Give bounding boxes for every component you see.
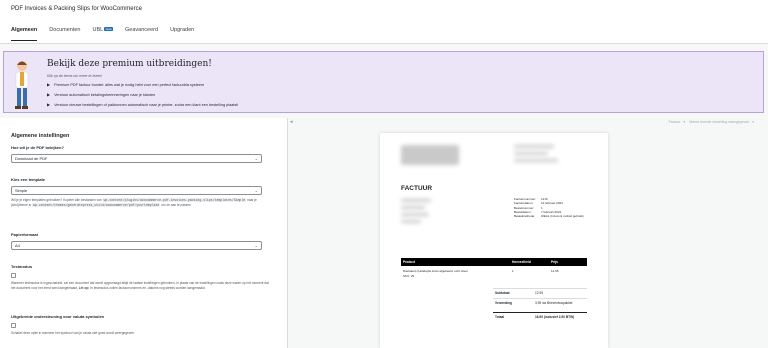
premium-item[interactable]: ▶ Premium PDF factuur bundel: alles wat j… bbox=[47, 82, 238, 87]
invoice-totals: Subtotaal 12,95 Verzending 3,95 via Brieve… bbox=[493, 288, 587, 326]
settings-tabs: Algemeen Documenten UBL beta Geavanceerd … bbox=[11, 27, 194, 41]
top-bar: PDF Invoices & Packing Slips for WooComm… bbox=[0, 0, 768, 44]
items-table-header: Product Hoeveelheid Prijs bbox=[401, 258, 587, 266]
collapse-arrow-icon[interactable]: ◂ bbox=[290, 119, 293, 125]
testmode-label: Testmodus bbox=[11, 264, 33, 269]
shop-logo bbox=[401, 145, 459, 165]
tab-documenten[interactable]: Documenten bbox=[49, 27, 80, 41]
page-title: PDF Invoices & Packing Slips for WooComm… bbox=[11, 6, 142, 12]
arrow-right-icon: ▶ bbox=[47, 102, 51, 107]
view-pdf-label: Hoe wil je de PDF bekijken? bbox=[11, 145, 64, 150]
invoice-meta: Factuurnummer: 1216 Factuurdatum: 12 febru… bbox=[514, 197, 584, 219]
currency-label: Uitgebreide ondersteuning voor valuta sy… bbox=[11, 314, 105, 319]
preview-selector[interactable]: Factuur ▾ Meest recente bestelling weerge… bbox=[666, 120, 754, 124]
chevron-down-icon: ⌄ bbox=[254, 156, 258, 161]
tab-ubl[interactable]: UBL beta bbox=[92, 27, 114, 41]
template-path: wp-content/plugins/woocommerce-pdf-invoi… bbox=[102, 198, 247, 202]
invoice-preview: FACTUUR Factuurnummer: 1216 Factuurdatum:… bbox=[380, 133, 608, 348]
shop-address bbox=[514, 159, 558, 162]
arrow-right-icon: ▶ bbox=[47, 92, 51, 97]
template-select[interactable]: Simple ⌄ bbox=[11, 186, 262, 195]
paper-select[interactable]: A4 ⌄ bbox=[11, 241, 262, 250]
view-pdf-select[interactable]: Download de PDF ⌄ bbox=[11, 154, 262, 163]
customer-address bbox=[401, 199, 431, 202]
tab-algemeen[interactable]: Algemeen bbox=[11, 27, 38, 41]
template-label: Kies een template bbox=[11, 177, 46, 182]
premium-item[interactable]: ▶ Verstuur nieuwe bestellingen of pakbonn… bbox=[47, 102, 238, 107]
settings-panel: Algemene instellingen Hoe wil je de PDF … bbox=[0, 118, 288, 348]
shop-address bbox=[514, 145, 554, 148]
currency-help: Schakel deze optie in wanneer het symboo… bbox=[11, 331, 134, 335]
paper-label: Papierformaat bbox=[11, 232, 38, 237]
shop-address bbox=[514, 152, 548, 155]
preview-panel: Factuur ▾ Meest recente bestelling weerge… bbox=[295, 118, 768, 348]
template-help: Wil je je eigen templates gebruiken? Kop… bbox=[11, 198, 257, 207]
chevron-down-icon: ▾ bbox=[683, 120, 686, 124]
testmode-checkbox[interactable] bbox=[11, 273, 16, 278]
chevron-down-icon: ▾ bbox=[752, 120, 754, 124]
customer-address bbox=[401, 213, 429, 216]
customer-address bbox=[401, 206, 425, 209]
mascot-illustration bbox=[15, 61, 29, 109]
customer-address bbox=[401, 220, 421, 223]
chevron-down-icon: ⌄ bbox=[254, 188, 258, 193]
theme-path: wp-content/themes/generatepress_child/wo… bbox=[32, 203, 161, 207]
banner-subtitle: Klik op de items om meer te lezen! bbox=[47, 74, 103, 78]
premium-list: ▶ Premium PDF factuur bundel: alles wat j… bbox=[47, 82, 238, 112]
arrow-right-icon: ▶ bbox=[47, 82, 51, 87]
testmode-help: Wanneer testmodus is ingeschakeld, zal e… bbox=[11, 281, 269, 290]
invoice-title: FACTUUR bbox=[401, 185, 433, 192]
beta-badge: beta bbox=[104, 27, 114, 31]
premium-banner: Bekijk deze premium uitbreidingen! Klik … bbox=[3, 51, 764, 113]
chevron-down-icon: ⌄ bbox=[254, 243, 258, 248]
tab-geavanceerd[interactable]: Geavanceerd bbox=[125, 27, 158, 41]
section-title: Algemene instellingen bbox=[11, 133, 70, 139]
tab-upgraden[interactable]: Upgraden bbox=[170, 27, 194, 41]
premium-item[interactable]: ▶ Verstuur automatisch betalingsherinneri… bbox=[47, 92, 238, 97]
banner-title: Bekijk deze premium uitbreidingen! bbox=[47, 59, 212, 69]
currency-checkbox[interactable] bbox=[11, 323, 16, 328]
table-row: Dierlakers (Holidaylie kruis afgebeeld, … bbox=[403, 269, 559, 278]
